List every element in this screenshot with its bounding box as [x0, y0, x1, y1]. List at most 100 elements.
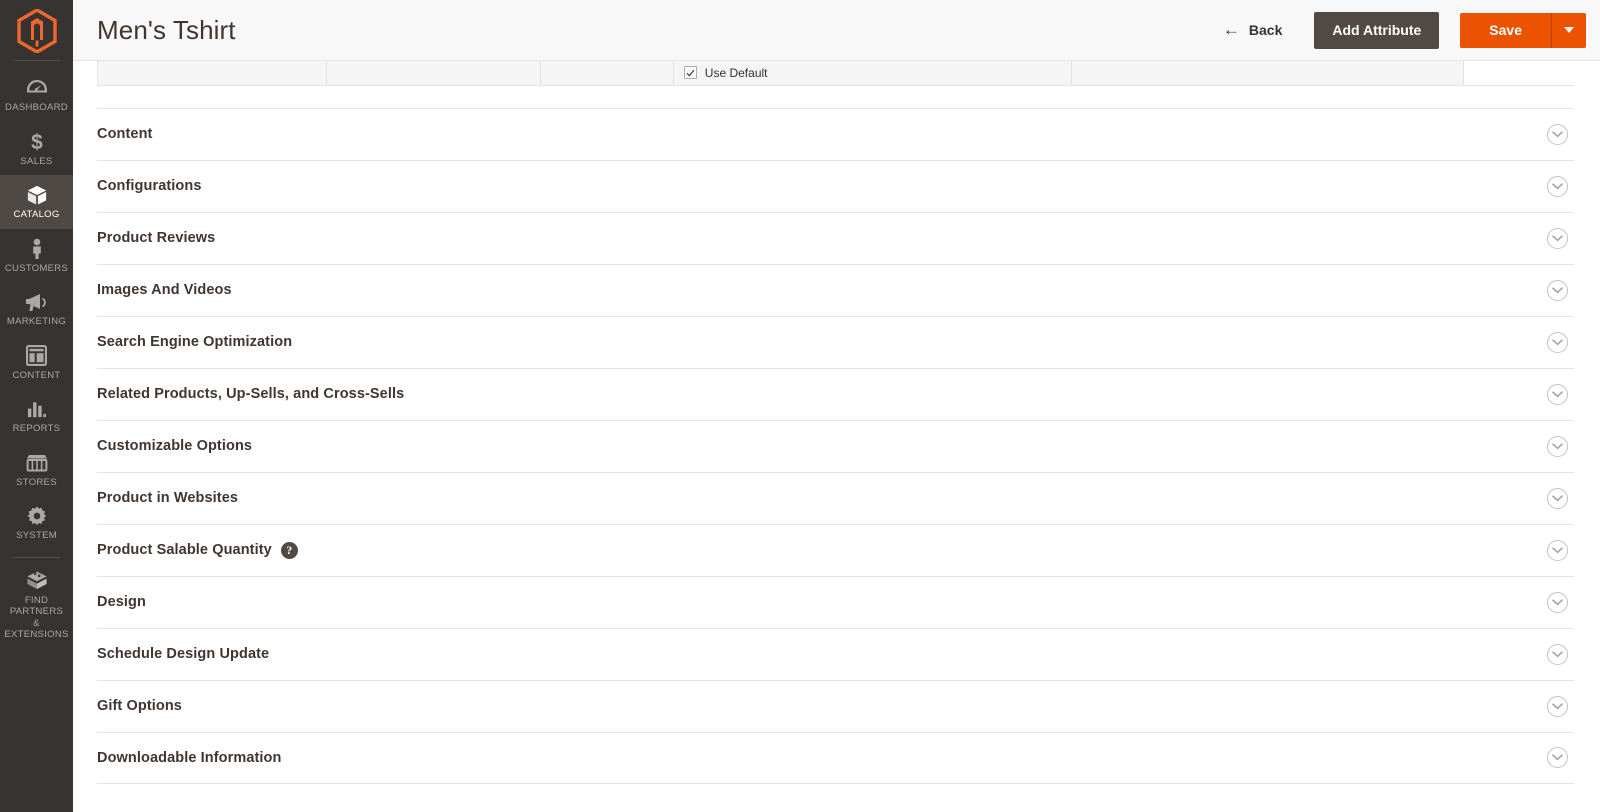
- section-images-and-videos[interactable]: Images And Videos: [97, 263, 1574, 316]
- marketing-megaphone-icon: [25, 291, 49, 313]
- section-title: Product in Websites: [97, 490, 239, 506]
- system-gear-icon: [26, 505, 48, 527]
- section-design[interactable]: Design: [97, 575, 1574, 628]
- section-title: Product Salable Quantity ?: [97, 541, 1547, 559]
- save-button[interactable]: Save: [1460, 12, 1551, 48]
- chevron-down-circle-icon[interactable]: [1547, 331, 1568, 353]
- table-cell-1[interactable]: [97, 61, 327, 86]
- product-sections-list: Content Configurations Product Reviews I…: [73, 107, 1600, 784]
- section-title: Design: [97, 594, 146, 610]
- chevron-down-circle-icon[interactable]: [1547, 123, 1568, 145]
- back-button[interactable]: ← Back: [1211, 16, 1294, 44]
- use-default-checkbox[interactable]: Use Default: [683, 65, 1062, 80]
- save-options-toggle[interactable]: [1551, 12, 1586, 48]
- chevron-down-circle-icon[interactable]: [1547, 695, 1568, 717]
- chevron-down-circle-icon[interactable]: [1547, 227, 1568, 249]
- save-split-button: Save: [1460, 12, 1586, 48]
- admin-sidebar: DASHBOARD $ SALES CATALOG CUSTOMERS MARK…: [0, 0, 73, 812]
- sidebar-item-reports[interactable]: REPORTS: [0, 389, 73, 443]
- section-configurations[interactable]: Configurations: [97, 159, 1574, 212]
- admin-page: DASHBOARD $ SALES CATALOG CUSTOMERS MARK…: [0, 0, 1600, 812]
- section-title: Content: [97, 126, 153, 142]
- chevron-down-circle-icon[interactable]: [1547, 591, 1568, 613]
- svg-text:$: $: [31, 131, 43, 153]
- sidebar-item-label: SALES: [20, 155, 53, 167]
- chevron-down-circle-icon[interactable]: [1547, 383, 1568, 405]
- content-layout-icon: [26, 345, 47, 367]
- section-related-products[interactable]: Related Products, Up-Sells, and Cross-Se…: [97, 367, 1574, 420]
- section-product-reviews[interactable]: Product Reviews: [97, 211, 1574, 264]
- chevron-down-circle-icon[interactable]: [1547, 279, 1568, 301]
- attribute-table-strip: Use Default: [73, 61, 1600, 86]
- sidebar-item-label: MARKETING: [6, 316, 67, 327]
- section-product-salable-quantity[interactable]: Product Salable Quantity ?: [97, 523, 1574, 576]
- sidebar-item-label: FIND PARTNERS & EXTENSIONS: [4, 594, 69, 641]
- sidebar-item-system[interactable]: SYSTEM: [0, 496, 73, 550]
- chevron-down-icon: [1564, 27, 1574, 33]
- section-title: Product Reviews: [97, 230, 216, 246]
- section-schedule-design-update[interactable]: Schedule Design Update: [97, 627, 1574, 680]
- sales-dollar-icon: $: [29, 131, 45, 153]
- stores-shop-icon: [25, 452, 49, 474]
- back-button-label: Back: [1248, 22, 1283, 38]
- table-cell-6[interactable]: [1462, 61, 1574, 86]
- reports-bar-chart-icon: [26, 398, 47, 420]
- table-cell-2[interactable]: [325, 61, 541, 86]
- section-search-engine-optimization[interactable]: Search Engine Optimization: [97, 315, 1574, 368]
- main-content: Men's Tshirt ← Back Add Attribute Save U…: [73, 0, 1600, 812]
- sidebar-item-label: CATALOG: [13, 209, 60, 220]
- sidebar-item-label: REPORTS: [12, 423, 61, 434]
- section-title: Related Products, Up-Sells, and Cross-Se…: [97, 386, 405, 402]
- table-row: Use Default: [97, 61, 1574, 86]
- chevron-down-circle-icon[interactable]: [1547, 487, 1568, 509]
- sidebar-item-dashboard[interactable]: DASHBOARD: [0, 68, 73, 122]
- attribute-table: Use Default: [97, 61, 1574, 86]
- customers-person-icon: [29, 238, 45, 260]
- catalog-box-icon: [26, 184, 48, 206]
- magento-logo[interactable]: [0, 0, 73, 61]
- page-header: Men's Tshirt ← Back Add Attribute Save: [73, 0, 1600, 61]
- sidebar-item-label: CUSTOMERS: [4, 262, 69, 274]
- partners-extensions-icon: [25, 570, 49, 592]
- sidebar-item-marketing[interactable]: MARKETING: [0, 282, 73, 336]
- sidebar-item-catalog[interactable]: CATALOG: [0, 175, 73, 229]
- chevron-down-circle-icon[interactable]: [1547, 747, 1568, 768]
- table-cell-4[interactable]: Use Default: [672, 61, 1073, 86]
- section-title: Configurations: [97, 178, 202, 194]
- help-question-icon[interactable]: ?: [280, 541, 298, 559]
- section-title: Schedule Design Update: [97, 646, 270, 662]
- checkmark-icon[interactable]: [683, 66, 697, 80]
- sidebar-item-content[interactable]: CONTENT: [0, 336, 73, 390]
- section-title: Downloadable Information: [97, 749, 282, 766]
- use-default-label: Use Default: [704, 65, 768, 80]
- table-cell-5[interactable]: [1071, 61, 1464, 86]
- dashboard-icon: [26, 77, 48, 99]
- arrow-left-icon: ←: [1222, 20, 1240, 39]
- sidebar-item-label: DASHBOARD: [5, 102, 68, 113]
- section-title: Gift Options: [97, 698, 182, 714]
- sidebar-top-spacer: [0, 61, 73, 68]
- chevron-down-circle-icon[interactable]: [1547, 435, 1568, 457]
- chevron-down-circle-icon[interactable]: [1547, 643, 1568, 665]
- section-downloadable-information[interactable]: Downloadable Information: [97, 731, 1574, 784]
- sidebar-item-label: STORES: [16, 476, 57, 488]
- sidebar-item-label: CONTENT: [12, 369, 61, 381]
- sidebar-item-find-partners-extensions[interactable]: FIND PARTNERS & EXTENSIONS: [0, 556, 73, 649]
- section-content[interactable]: Content: [97, 107, 1574, 160]
- section-customizable-options[interactable]: Customizable Options: [97, 419, 1574, 472]
- page-title: Men's Tshirt: [97, 15, 236, 45]
- section-product-in-websites[interactable]: Product in Websites: [97, 471, 1574, 524]
- section-title: Search Engine Optimization: [97, 334, 293, 350]
- section-title: Images And Videos: [97, 282, 232, 298]
- sidebar-item-sales[interactable]: $ SALES: [0, 122, 73, 176]
- chevron-down-circle-icon[interactable]: [1547, 539, 1568, 561]
- header-actions: ← Back Add Attribute Save: [1211, 11, 1586, 49]
- add-attribute-button[interactable]: Add Attribute: [1314, 11, 1440, 49]
- section-gift-options[interactable]: Gift Options: [97, 679, 1574, 732]
- table-cell-3[interactable]: [539, 61, 674, 86]
- sidebar-item-customers[interactable]: CUSTOMERS: [0, 229, 73, 283]
- chevron-down-circle-icon[interactable]: [1547, 175, 1568, 197]
- sidebar-item-label: SYSTEM: [16, 530, 57, 541]
- sidebar-item-stores[interactable]: STORES: [0, 443, 73, 497]
- section-title: Customizable Options: [97, 438, 253, 454]
